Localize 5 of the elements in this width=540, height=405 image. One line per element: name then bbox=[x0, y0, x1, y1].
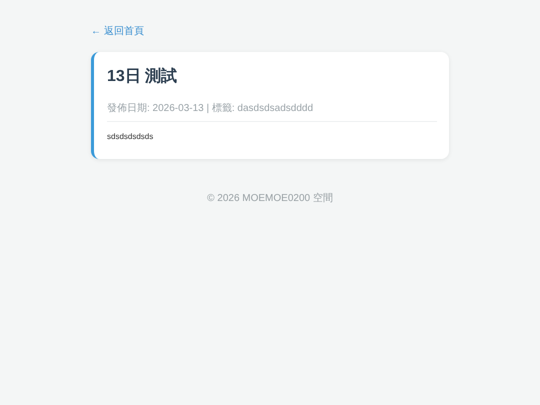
post-title: 13日 測試 bbox=[107, 66, 178, 87]
post-meta: 發佈日期: 2026-03-13 | 標籤: dasdsdsadsdddd bbox=[107, 101, 437, 122]
post-body: sdsdsdsdsds bbox=[107, 132, 154, 141]
footer-text: © 2026 MOEMOE0200 空間 bbox=[206, 192, 334, 205]
back-link[interactable]: ← 返回首頁 bbox=[91, 24, 144, 38]
